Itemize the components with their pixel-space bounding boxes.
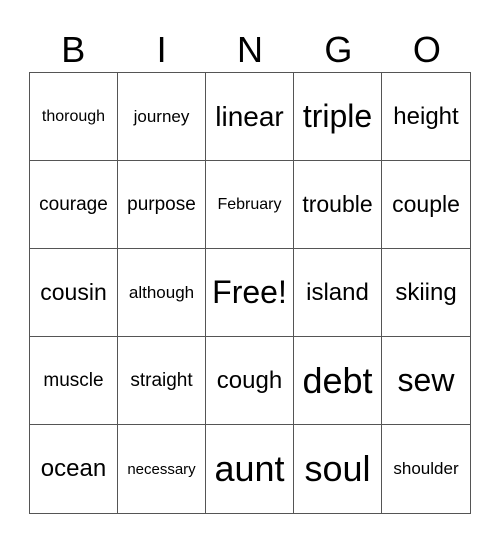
bingo-cell[interactable]: couple	[382, 161, 470, 249]
header-letter-n: N	[237, 29, 264, 70]
bingo-cell[interactable]: shoulder	[382, 425, 470, 513]
bingo-cell[interactable]: purpose	[118, 161, 206, 249]
bingo-cell[interactable]: courage	[30, 161, 118, 249]
bingo-cell[interactable]: thorough	[30, 73, 118, 161]
bingo-cell[interactable]: aunt	[206, 425, 294, 513]
bingo-cell[interactable]: trouble	[294, 161, 382, 249]
bingo-header: B I N G O	[29, 28, 471, 72]
bingo-grid: thorough journey linear triple height co…	[29, 72, 471, 514]
bingo-cell[interactable]: muscle	[30, 337, 118, 425]
bingo-cell[interactable]: cousin	[30, 249, 118, 337]
bingo-cell[interactable]: height	[382, 73, 470, 161]
bingo-cell[interactable]: skiing	[382, 249, 470, 337]
header-letter-b: B	[61, 29, 86, 70]
header-letter-o: O	[412, 29, 441, 70]
bingo-cell[interactable]: linear	[206, 73, 294, 161]
free-space[interactable]: Free!	[206, 249, 294, 337]
bingo-cell[interactable]: ocean	[30, 425, 118, 513]
bingo-cell[interactable]: debt	[294, 337, 382, 425]
bingo-cell[interactable]: soul	[294, 425, 382, 513]
bingo-cell[interactable]: triple	[294, 73, 382, 161]
bingo-cell[interactable]: cough	[206, 337, 294, 425]
bingo-cell[interactable]: journey	[118, 73, 206, 161]
bingo-cell[interactable]: February	[206, 161, 294, 249]
bingo-cell[interactable]: island	[294, 249, 382, 337]
header-letter-i: I	[156, 29, 167, 70]
bingo-cell[interactable]: although	[118, 249, 206, 337]
bingo-cell[interactable]: straight	[118, 337, 206, 425]
bingo-cell[interactable]: sew	[382, 337, 470, 425]
bingo-cell[interactable]: necessary	[118, 425, 206, 513]
header-letter-g: G	[324, 29, 353, 70]
